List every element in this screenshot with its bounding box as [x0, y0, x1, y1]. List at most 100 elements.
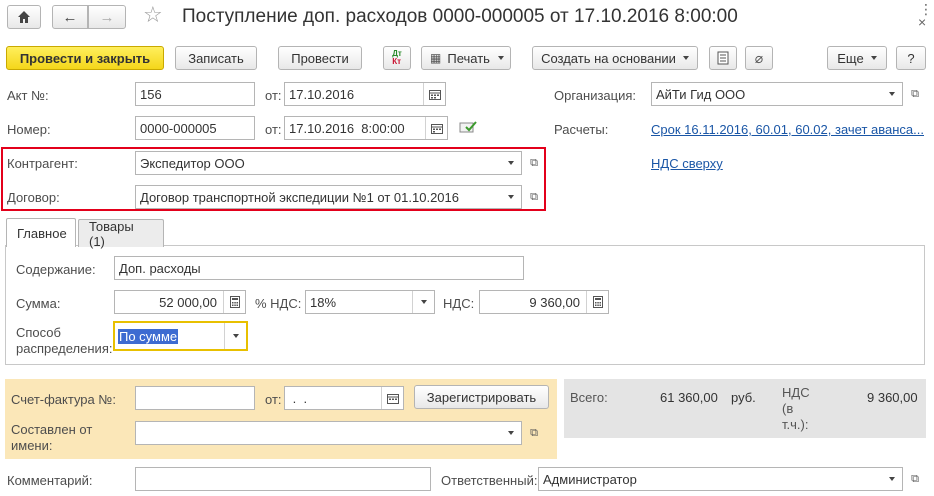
vat-on-top-link[interactable]: НДС сверху: [651, 156, 723, 171]
print-button[interactable]: ▦ Печать: [421, 46, 511, 70]
total-label: Всего:: [570, 390, 608, 405]
home-button[interactable]: [7, 5, 41, 29]
act-number-label: Акт №:: [7, 88, 49, 103]
post-and-close-button[interactable]: Провести и закрыть: [6, 46, 164, 70]
distribution-select[interactable]: По сумме: [113, 321, 248, 351]
counterparty-dropdown-button[interactable]: [500, 151, 522, 175]
help-button[interactable]: ?: [896, 46, 926, 70]
number-date-input[interactable]: 17.10.2016 8:00:00: [284, 116, 448, 140]
content-label: Содержание:: [16, 262, 96, 277]
open-icon: ⧉: [530, 426, 538, 439]
number-input[interactable]: 0000-000005: [135, 116, 255, 140]
vat-rate-label: % НДС:: [255, 296, 302, 311]
calculator-icon[interactable]: [223, 291, 245, 313]
dt-kt-button[interactable]: Дт Кт: [383, 46, 411, 70]
open-icon: ⧉: [911, 472, 919, 485]
page-title: Поступление доп. расходов 0000-000005 от…: [182, 6, 738, 27]
create-based-on-button[interactable]: Создать на основании: [532, 46, 698, 70]
distribution-label-line2: распределения:: [16, 341, 113, 356]
arrow-left-icon: ←: [62, 8, 78, 26]
totals-vat-label-line1: НДС: [782, 385, 810, 400]
settlements-label: Расчеты:: [554, 122, 609, 137]
printer-icon: ▦: [430, 51, 442, 65]
calendar-icon[interactable]: [381, 387, 403, 409]
responsible-label: Ответственный:: [441, 473, 538, 488]
composed-on-behalf-label-line2: имени:: [11, 438, 53, 453]
calendar-icon[interactable]: [423, 83, 445, 105]
post-button[interactable]: Провести: [278, 46, 362, 70]
currency-label: руб.: [731, 390, 756, 405]
chevron-down-icon: [888, 477, 895, 481]
number-label: Номер:: [7, 122, 51, 137]
calendar-icon[interactable]: [425, 117, 447, 139]
contract-open-button[interactable]: ⧉: [523, 185, 545, 209]
open-icon: ⧉: [911, 87, 919, 100]
totals-panel: [564, 379, 926, 438]
total-value: 61 360,00: [660, 390, 718, 405]
sum-label: Сумма:: [16, 296, 61, 311]
invoice-number-label: Счет-фактура №:: [11, 392, 116, 407]
organization-open-button[interactable]: ⧉: [904, 82, 926, 106]
tab-main[interactable]: Главное: [6, 218, 76, 247]
number-date-label: от:: [265, 122, 282, 137]
act-number-input[interactable]: 156: [135, 82, 255, 106]
counterparty-open-button[interactable]: ⧉: [523, 151, 545, 175]
invoice-number-input[interactable]: [135, 386, 255, 410]
distribution-label-line1: Способ: [16, 325, 61, 340]
invoice-date-input[interactable]: . .: [284, 386, 404, 410]
act-date-label: от:: [265, 88, 282, 103]
totals-vat-label-line2: (в: [782, 401, 794, 416]
composed-on-behalf-open-button[interactable]: ⧉: [523, 421, 545, 445]
organization-input[interactable]: АйТи Гид ООО: [651, 82, 883, 106]
contract-dropdown-button[interactable]: [500, 185, 522, 209]
composed-on-behalf-input[interactable]: [135, 421, 501, 445]
document-icon: [717, 51, 729, 65]
responsible-open-button[interactable]: ⧉: [904, 467, 926, 491]
register-invoice-button[interactable]: Зарегистрировать: [414, 385, 549, 409]
act-date-input[interactable]: 17.10.2016: [284, 82, 446, 106]
counterparty-input[interactable]: Экспедитор ООО: [135, 151, 501, 175]
calculator-icon[interactable]: [586, 291, 608, 313]
report-button[interactable]: [709, 46, 737, 70]
contract-input[interactable]: Договор транспортной экспедиции №1 от 01…: [135, 185, 501, 209]
chevron-down-icon: [507, 195, 514, 199]
more-button[interactable]: Еще: [827, 46, 887, 70]
favorite-star-icon[interactable]: ☆: [143, 3, 163, 27]
posted-status-icon: [459, 120, 477, 137]
arrow-right-icon: →: [99, 8, 115, 26]
chevron-down-icon: [507, 161, 514, 165]
chevron-down-icon[interactable]: [412, 291, 434, 313]
totals-vat-value: 9 360,00: [867, 390, 918, 405]
forward-button[interactable]: →: [88, 5, 126, 29]
invoice-date-label: от:: [265, 392, 282, 407]
comment-input[interactable]: [135, 467, 431, 491]
tab-goods[interactable]: Товары (1): [78, 219, 164, 249]
chevron-down-icon: [507, 431, 514, 435]
back-button[interactable]: ←: [52, 5, 88, 29]
vat-label: НДС:: [443, 296, 475, 311]
vat-rate-select[interactable]: 18%: [305, 290, 435, 314]
totals-vat-label-line3: т.ч.):: [782, 417, 809, 432]
settlements-link[interactable]: Срок 16.11.2016, 60.01, 60.02, зачет ава…: [651, 122, 924, 137]
comment-label: Комментарий:: [7, 473, 93, 488]
responsible-input[interactable]: Администратор: [538, 467, 883, 491]
contract-label: Договор:: [7, 190, 60, 205]
open-icon: ⧉: [530, 190, 538, 203]
chevron-down-icon[interactable]: [224, 323, 246, 349]
chevron-down-icon: [682, 56, 689, 60]
print-label: Печать: [447, 50, 490, 66]
vat-input[interactable]: 9 360,00: [479, 290, 609, 314]
counterparty-label: Контрагент:: [7, 156, 78, 171]
create-based-on-label: Создать на основании: [541, 50, 676, 66]
organization-label: Организация:: [554, 88, 637, 103]
composed-on-behalf-label-line1: Составлен от: [11, 422, 93, 437]
chevron-down-icon: [497, 56, 504, 60]
content-input[interactable]: Доп. расходы: [114, 256, 524, 280]
organization-dropdown-button[interactable]: [881, 82, 903, 106]
responsible-dropdown-button[interactable]: [881, 467, 903, 491]
close-icon[interactable]: ×: [918, 15, 926, 29]
attachments-button[interactable]: ⌀: [745, 46, 773, 70]
sum-input[interactable]: 52 000,00: [114, 290, 246, 314]
save-button[interactable]: Записать: [175, 46, 257, 70]
composed-on-behalf-dropdown-button[interactable]: [500, 421, 522, 445]
